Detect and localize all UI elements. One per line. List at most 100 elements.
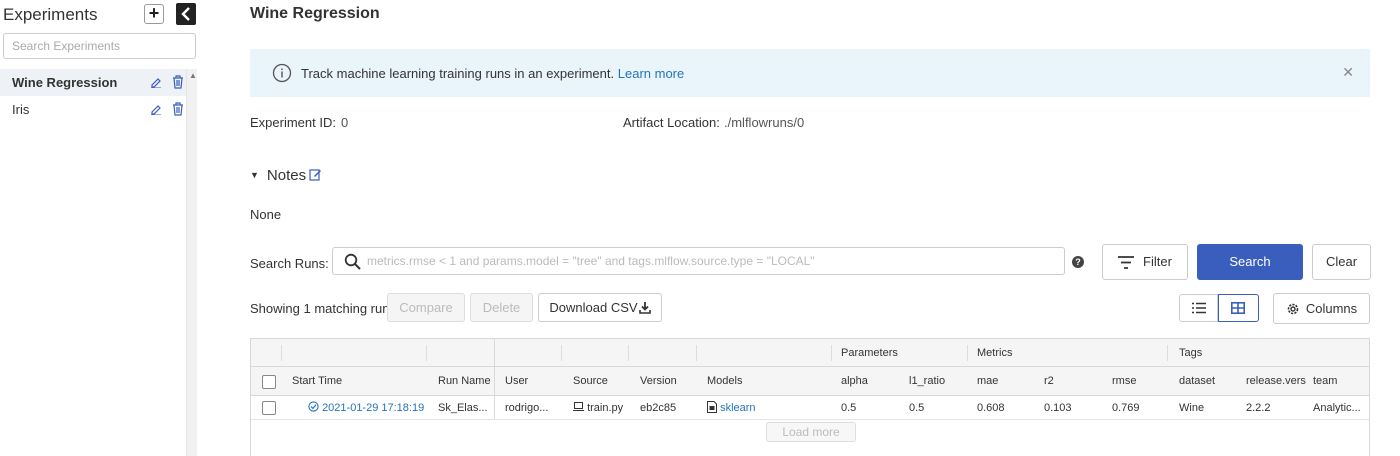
group-tags: Tags (1179, 347, 1203, 359)
search-runs-input[interactable] (367, 252, 1057, 270)
row-checkbox[interactable] (262, 401, 276, 415)
select-all-checkbox[interactable] (262, 375, 276, 389)
col-start-time[interactable]: Start Time (292, 367, 422, 395)
experiment-list: Wine Regression Iris (0, 69, 186, 456)
columns-button[interactable]: Columns (1273, 293, 1370, 324)
grid-view-button[interactable] (1218, 294, 1259, 322)
col-team[interactable]: team (1313, 367, 1368, 395)
scroll-up-icon[interactable]: ▲ (189, 71, 197, 80)
team-cell: Analytic... (1313, 402, 1361, 414)
page-title: Wine Regression (250, 5, 380, 22)
table-header-row: Start Time Run Name User Source Version … (251, 367, 1369, 396)
delete-button[interactable]: Delete (470, 293, 533, 322)
columns-label: Columns (1305, 301, 1358, 316)
experiment-id-value: 0 (341, 115, 349, 130)
list-view-icon (1192, 302, 1206, 314)
table-row: 2021-01-29 17:18:19 Sk_Elas... rodrigo..… (251, 396, 1369, 420)
filter-label: Filter (1143, 254, 1172, 269)
compare-button[interactable]: Compare (387, 293, 465, 322)
help-icon[interactable]: ? (1072, 256, 1084, 268)
filter-button[interactable]: Filter (1102, 244, 1188, 280)
col-models[interactable]: Models (707, 367, 827, 395)
table-group-header: Parameters Metrics Tags (251, 339, 1369, 367)
col-mae[interactable]: mae (977, 367, 1032, 395)
experiment-item-iris[interactable]: Iris (0, 96, 186, 123)
model-link[interactable]: sklearn (720, 402, 755, 414)
add-experiment-button[interactable]: + (144, 4, 164, 24)
col-version[interactable]: Version (640, 367, 695, 395)
notes-body: None (250, 207, 282, 222)
col-rmse[interactable]: rmse (1112, 367, 1167, 395)
trash-icon[interactable] (172, 75, 184, 89)
info-banner: Track machine learning training runs in … (250, 49, 1370, 97)
group-parameters: Parameters (841, 347, 898, 359)
collapse-sidebar-button[interactable] (176, 3, 196, 25)
alpha-cell: 0.5 (841, 402, 857, 414)
l1-ratio-cell: 0.5 (909, 402, 925, 414)
model-icon (707, 401, 717, 413)
mae-cell: 0.608 (977, 402, 1005, 414)
source-cell[interactable]: train.py (573, 396, 628, 419)
learn-more-link[interactable]: Learn more (618, 66, 684, 81)
chevron-left-icon (181, 7, 190, 21)
close-icon[interactable]: ✕ (1342, 64, 1354, 81)
experiment-id-label: Experiment ID: (250, 115, 336, 130)
matching-runs-count: Showing 1 matching run (250, 301, 390, 316)
laptop-icon (573, 402, 584, 411)
search-experiments-input[interactable] (3, 33, 196, 59)
banner-text: Track machine learning training runs in … (301, 66, 615, 81)
runs-table: Parameters Metrics Tags Start Time Run N… (250, 338, 1370, 456)
notes-label: Notes (266, 167, 307, 184)
grid-view-icon (1231, 302, 1245, 314)
artifact-location-label: Artifact Location: (623, 115, 720, 130)
download-csv-button[interactable]: Download CSV (538, 293, 662, 322)
col-alpha[interactable]: alpha (841, 367, 901, 395)
run-name-cell: Sk_Elas... (438, 402, 488, 414)
experiments-sidebar: Experiments + Wine Regression Iris ▲ (0, 0, 197, 456)
clear-button[interactable]: Clear (1312, 244, 1371, 280)
gear-icon (1287, 303, 1299, 315)
col-run-name[interactable]: Run Name (438, 367, 493, 395)
caret-down-icon: ▼ (250, 170, 259, 180)
edit-notes-icon[interactable] (309, 168, 322, 181)
edit-icon[interactable] (150, 103, 162, 115)
info-icon (272, 63, 292, 83)
download-csv-label: Download CSV (549, 300, 638, 315)
col-user[interactable]: User (505, 367, 560, 395)
r2-cell: 0.103 (1044, 402, 1072, 414)
dataset-cell: Wine (1179, 402, 1205, 414)
search-runs-label: Search Runs: (250, 256, 329, 271)
status-success-icon (308, 401, 319, 412)
sidebar-title: Experiments (3, 5, 98, 24)
sidebar-scrollbar[interactable]: ▲ (186, 69, 197, 456)
start-time-link[interactable]: 2021-01-29 17:18:19 (322, 402, 424, 414)
col-r2[interactable]: r2 (1044, 367, 1099, 395)
experiment-item-wine-regression[interactable]: Wine Regression (0, 69, 186, 96)
experiment-item-label: Iris (12, 102, 30, 117)
load-more-button[interactable]: Load more (766, 422, 856, 442)
release-version-cell: 2.2.2 (1246, 402, 1271, 414)
search-button[interactable]: Search (1197, 244, 1303, 280)
col-release-version[interactable]: release.vers (1246, 367, 1306, 395)
banner-message: Track machine learning training runs in … (301, 66, 684, 81)
download-icon (638, 302, 651, 314)
artifact-location-value: ./mlflowruns/0 (724, 115, 805, 130)
search-runs-field[interactable] (332, 247, 1065, 275)
col-dataset[interactable]: dataset (1179, 367, 1239, 395)
source-label: train.py (587, 402, 624, 414)
user-cell: rodrigo... (505, 402, 549, 414)
start-time-cell[interactable]: 2021-01-29 17:18:19 (308, 396, 433, 419)
list-view-button[interactable] (1179, 294, 1218, 322)
group-metrics: Metrics (977, 347, 1013, 359)
col-source[interactable]: Source (573, 367, 628, 395)
experiment-item-label: Wine Regression (12, 75, 118, 90)
rmse-cell: 0.769 (1112, 402, 1140, 414)
notes-toggle[interactable]: ▼ Notes (250, 167, 306, 184)
models-cell[interactable]: sklearn (707, 396, 827, 419)
search-icon (344, 253, 361, 270)
trash-icon[interactable] (172, 102, 184, 116)
version-cell: eb2c85 (640, 402, 677, 414)
edit-icon[interactable] (150, 76, 162, 88)
col-l1-ratio[interactable]: l1_ratio (909, 367, 964, 395)
filter-icon (1118, 256, 1135, 269)
